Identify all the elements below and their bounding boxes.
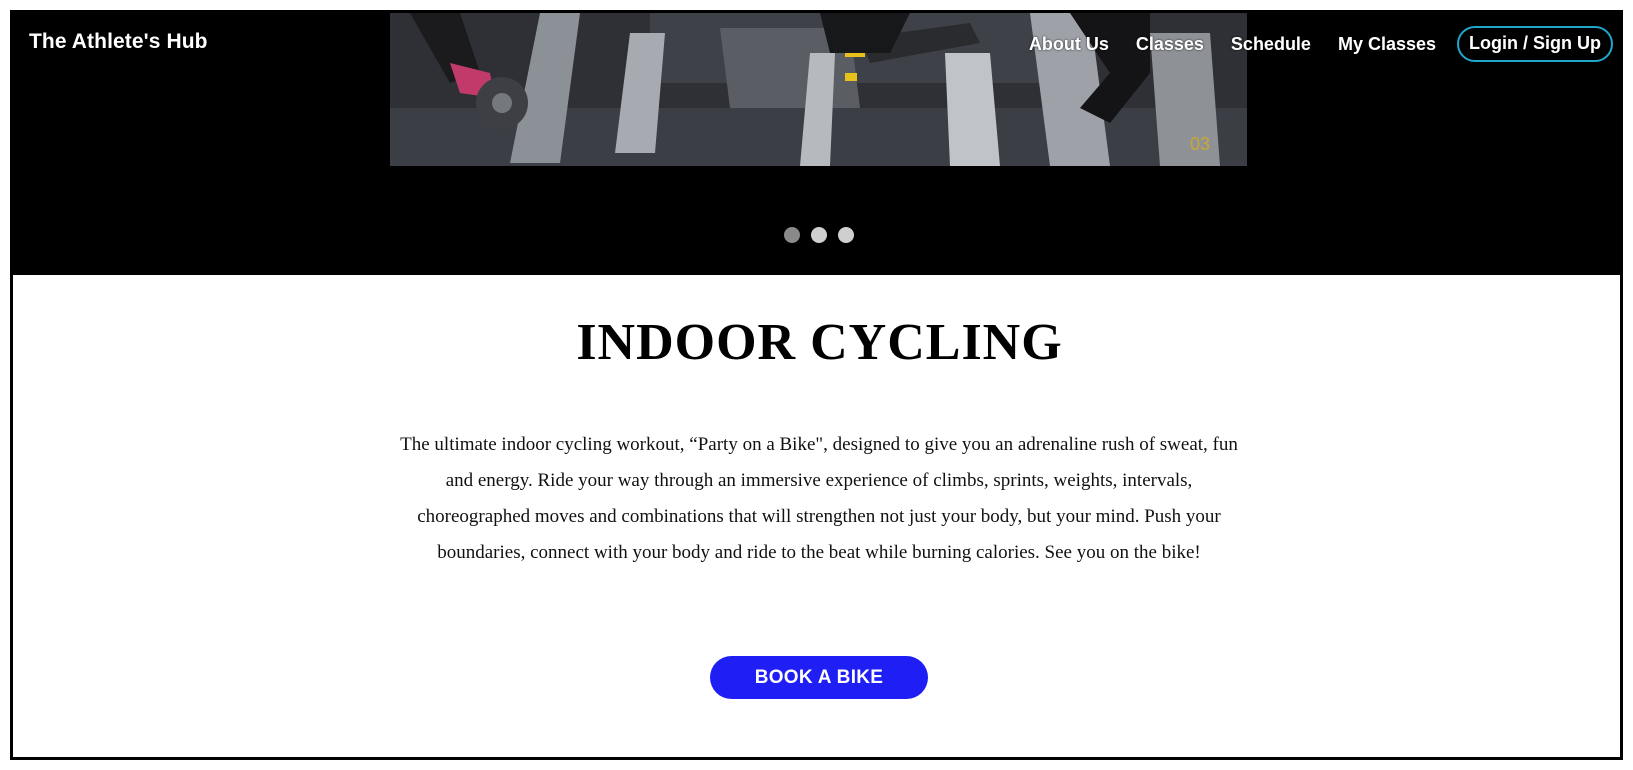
carousel-dot-3[interactable]	[838, 227, 854, 243]
page-frame: 03 The Athlete's Hub About Us Classes Sc…	[10, 10, 1623, 760]
login-signup-button[interactable]: Login / Sign Up	[1457, 26, 1613, 62]
page-title: INDOOR CYCLING	[576, 314, 1063, 371]
nav-my-classes[interactable]: My Classes	[1338, 34, 1436, 55]
nav-about-us[interactable]: About Us	[1029, 34, 1109, 55]
carousel-dot-2[interactable]	[811, 227, 827, 243]
brand-logo[interactable]: The Athlete's Hub	[29, 30, 208, 54]
nav-schedule[interactable]: Schedule	[1231, 34, 1311, 55]
nav-classes[interactable]: Classes	[1136, 34, 1204, 55]
class-description: The ultimate indoor cycling workout, “Pa…	[400, 434, 1238, 563]
main-nav: About Us Classes Schedule My Classes Log…	[1029, 26, 1613, 62]
carousel-dots	[784, 227, 865, 243]
hero-section: 03 The Athlete's Hub About Us Classes Sc…	[13, 13, 1620, 275]
bike-number-label: 03	[1190, 134, 1210, 154]
carousel-dot-1[interactable]	[784, 227, 800, 243]
book-a-bike-button[interactable]: BOOK A BIKE	[710, 656, 928, 699]
